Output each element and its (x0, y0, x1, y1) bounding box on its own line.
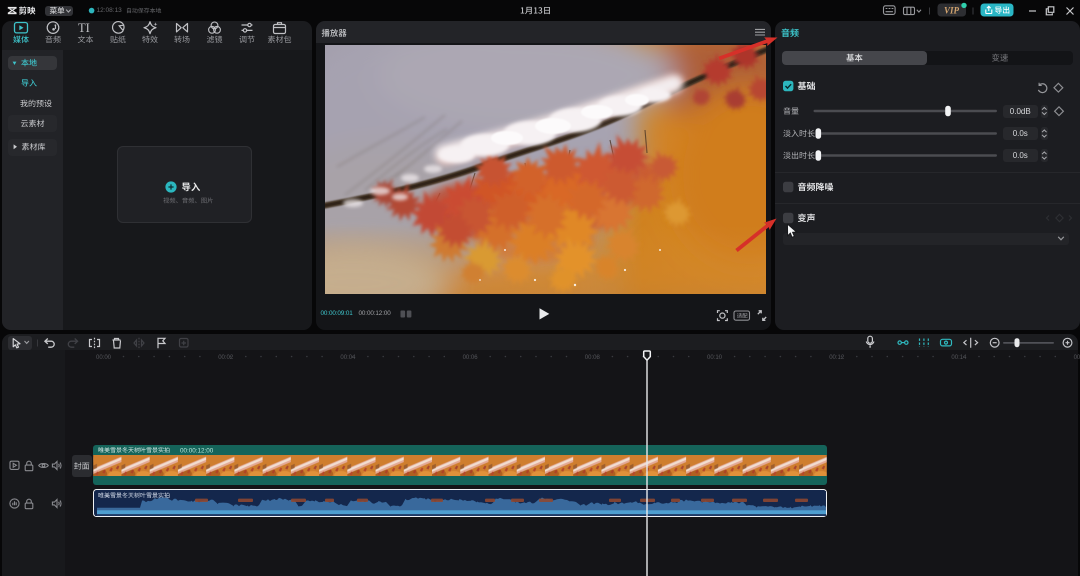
svg-text:00:12: 00:12 (829, 355, 845, 361)
svg-text:00:00:12:00: 00:00:12:00 (180, 448, 214, 455)
svg-text:VIP: VIP (944, 5, 960, 15)
svg-text:00:10: 00:10 (707, 355, 723, 361)
svg-text:00:14: 00:14 (951, 355, 967, 361)
svg-text:00:16: 00:16 (1074, 355, 1080, 361)
svg-text:00:00: 00:00 (96, 355, 112, 361)
svg-text:00:02: 00:02 (218, 355, 234, 361)
svg-text:00:06: 00:06 (463, 355, 479, 361)
svg-text:TI: TI (78, 21, 90, 35)
svg-text:00:08: 00:08 (585, 355, 601, 361)
svg-text:00:04: 00:04 (340, 355, 356, 361)
